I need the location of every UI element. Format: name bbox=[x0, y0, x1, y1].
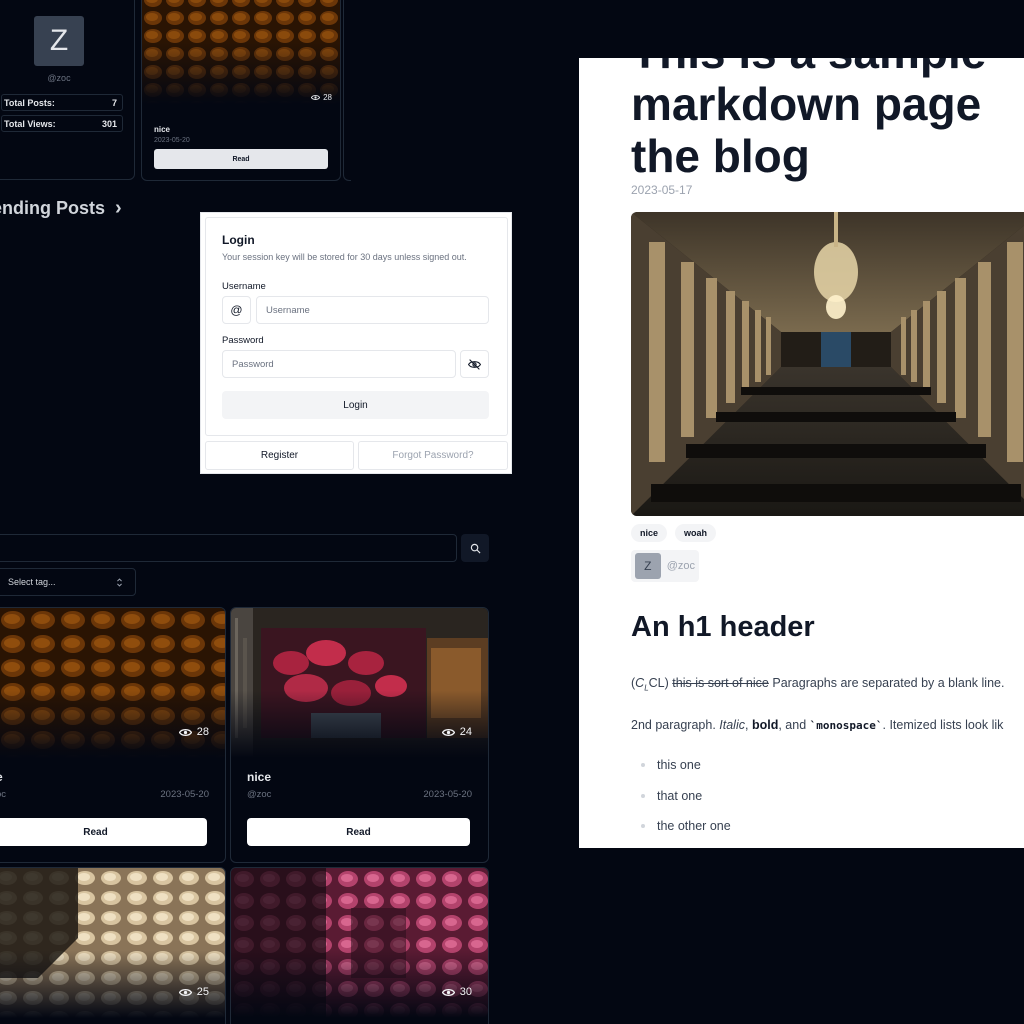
post-card[interactable]: 25 bbox=[0, 867, 226, 1024]
view-count: 28 bbox=[311, 93, 332, 102]
list-item-text: the other one bbox=[657, 819, 731, 833]
username-label: Username bbox=[222, 281, 266, 292]
chevron-right-icon: › bbox=[115, 197, 122, 219]
monospace-text: `monospace` bbox=[809, 719, 883, 732]
article-title-line: This is a sample bbox=[631, 58, 1024, 78]
list-item-text: this one bbox=[657, 758, 701, 772]
list-item: that one bbox=[641, 789, 702, 803]
math-tail: CL) bbox=[648, 676, 669, 690]
stat-label: Total Views: bbox=[4, 118, 56, 129]
paragraph-text: , bbox=[744, 718, 749, 732]
trending-posts-heading[interactable]: ending Posts › bbox=[0, 197, 122, 220]
post-card[interactable]: 30 bbox=[230, 867, 489, 1024]
bold-text: bold bbox=[751, 718, 779, 732]
view-count: 30 bbox=[441, 986, 472, 998]
view-count-value: 28 bbox=[196, 726, 209, 738]
stat-value: 301 bbox=[101, 118, 117, 129]
post-author: @zoc bbox=[247, 789, 272, 800]
article-heading: An h1 header bbox=[631, 611, 815, 643]
eye-off-icon bbox=[468, 358, 481, 370]
eye-icon bbox=[441, 988, 455, 996]
profile-avatar: Z bbox=[34, 16, 84, 66]
author-chip[interactable]: Z @zoc bbox=[631, 550, 699, 582]
profile-handle: @zoc bbox=[47, 73, 71, 83]
register-button[interactable]: Register bbox=[205, 441, 354, 470]
login-submit-button[interactable]: Login bbox=[222, 391, 489, 419]
search-icon bbox=[470, 543, 480, 553]
post-title: nice bbox=[247, 770, 272, 784]
stat-total-views: Total Views: 301 bbox=[1, 115, 123, 132]
paragraph-text: Paragraphs are separated by a blank line… bbox=[772, 676, 1005, 690]
username-input[interactable] bbox=[256, 296, 489, 324]
view-count: 24 bbox=[441, 726, 472, 738]
strikethrough-text: this is sort of nice bbox=[672, 676, 769, 690]
tag-select-value: Select tag... bbox=[8, 577, 56, 587]
view-count-value: 28 bbox=[323, 93, 332, 102]
avatar: Z bbox=[635, 553, 661, 579]
featured-post-card[interactable]: 28 nice 2023-05-20 Read bbox=[141, 0, 341, 181]
view-count-value: 25 bbox=[196, 986, 209, 998]
post-thumbnail bbox=[142, 0, 340, 104]
password-input[interactable] bbox=[222, 350, 456, 378]
article-hero-image bbox=[631, 212, 1024, 516]
paragraph-text: 2nd paragraph. bbox=[631, 718, 716, 732]
article-title-line: markdown page bbox=[631, 78, 982, 130]
search-input[interactable] bbox=[0, 534, 457, 562]
paragraph-text: , and bbox=[778, 718, 807, 732]
tag-chip[interactable]: nice bbox=[631, 524, 668, 542]
tag-chip[interactable]: woah bbox=[675, 524, 717, 542]
post-card[interactable]: 28 e oc 2023-05-20 Read bbox=[0, 607, 226, 863]
login-description: Your session key will be stored for 30 d… bbox=[222, 252, 467, 262]
eye-icon bbox=[178, 728, 192, 736]
view-count-value: 24 bbox=[459, 726, 472, 738]
toggle-password-button[interactable] bbox=[460, 350, 489, 378]
tag-select[interactable]: Select tag... bbox=[0, 568, 136, 596]
stat-label: Total Posts: bbox=[4, 97, 55, 108]
list-item: the other one bbox=[641, 819, 731, 833]
forgot-password-button[interactable]: Forgot Password? bbox=[358, 441, 508, 470]
author-handle: @zoc bbox=[666, 560, 695, 572]
view-count: 28 bbox=[178, 726, 209, 738]
post-card[interactable]: 24 nice @zoc 2023-05-20 Read bbox=[230, 607, 489, 863]
login-title: Login bbox=[222, 233, 255, 247]
eye-icon bbox=[441, 728, 455, 736]
italic-text: Italic bbox=[719, 718, 745, 732]
view-count-value: 30 bbox=[459, 986, 472, 998]
list-item: this one bbox=[641, 758, 701, 772]
password-label: Password bbox=[222, 335, 264, 346]
paragraph-text: . Itemized lists look lik bbox=[882, 718, 1004, 732]
article-paragraph: (CLCL) this is sort of nice Paragraphs a… bbox=[631, 676, 1004, 693]
at-prefix-icon: @ bbox=[222, 296, 251, 324]
trending-label: ending Posts bbox=[0, 198, 106, 218]
eye-icon bbox=[178, 988, 192, 996]
article-title-line: the blog bbox=[631, 130, 810, 182]
login-dialog: Login Your session key will be stored fo… bbox=[200, 212, 512, 474]
math-var: C bbox=[635, 676, 645, 690]
view-count: 25 bbox=[178, 986, 209, 998]
profile-card: Z @zoc Total Posts: 7 Total Views: 301 bbox=[0, 0, 135, 180]
stat-total-posts: Total Posts: 7 bbox=[1, 94, 123, 111]
read-button[interactable]: Read bbox=[154, 149, 328, 169]
post-title: e bbox=[0, 770, 3, 784]
article-title: This is a sample markdown page the blog bbox=[631, 58, 1024, 182]
post-date: 2023-05-20 bbox=[160, 789, 209, 800]
list-item-text: that one bbox=[657, 789, 703, 803]
post-title: nice bbox=[154, 125, 171, 134]
bullet-icon bbox=[641, 794, 645, 798]
post-author: oc bbox=[0, 789, 7, 800]
article-date: 2023-05-17 bbox=[631, 183, 693, 197]
stat-value: 7 bbox=[111, 97, 117, 108]
post-date: 2023-05-20 bbox=[154, 137, 190, 144]
search-button[interactable] bbox=[461, 534, 489, 562]
eye-icon bbox=[311, 95, 321, 100]
post-date: 2023-05-20 bbox=[423, 789, 472, 800]
read-button[interactable]: Read bbox=[247, 818, 470, 846]
blog-article: This is a sample markdown page the blog … bbox=[579, 58, 1024, 848]
article-paragraph: 2nd paragraph. Italic, bold, and `monosp… bbox=[631, 718, 1003, 732]
read-button[interactable]: Read bbox=[0, 818, 207, 846]
bullet-icon bbox=[641, 763, 645, 767]
bullet-icon bbox=[641, 824, 645, 828]
chevron-up-down-icon bbox=[117, 577, 122, 587]
next-card-edge bbox=[343, 0, 351, 181]
